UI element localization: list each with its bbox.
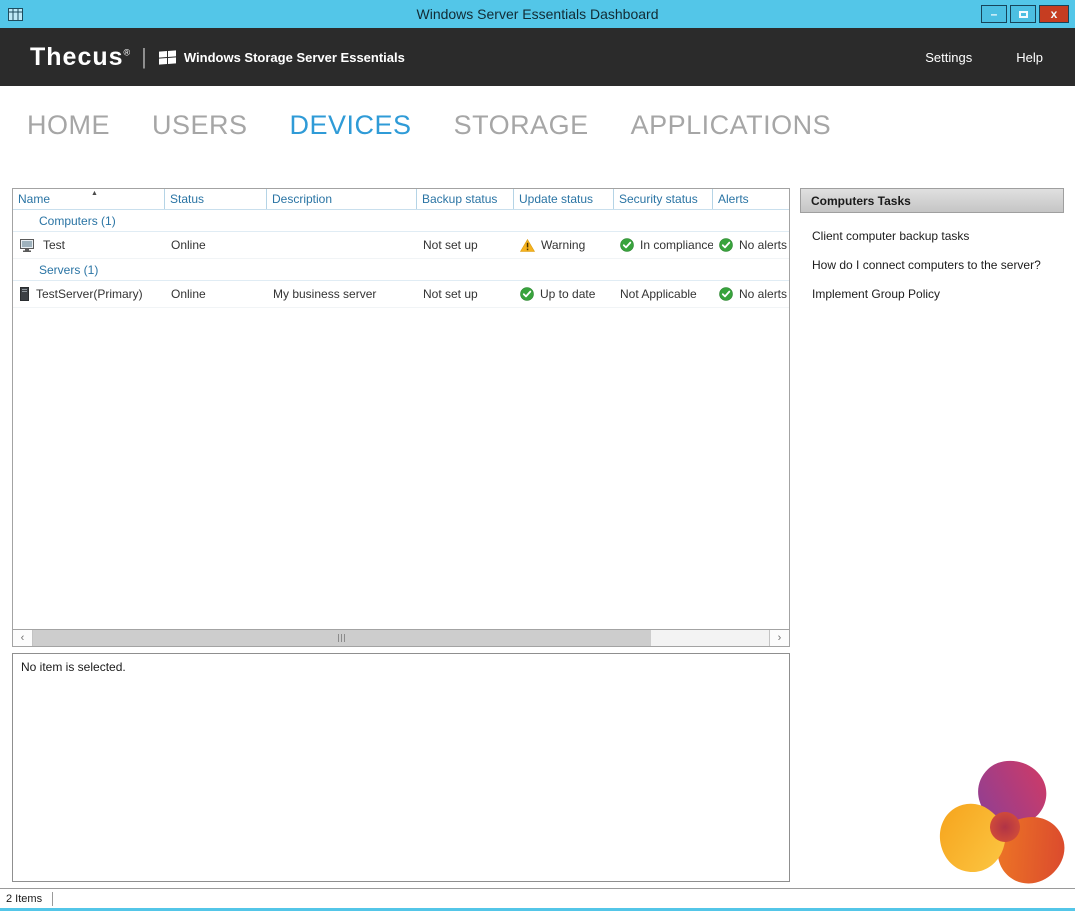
device-backup-status: Not set up: [417, 287, 514, 301]
scroll-left-button[interactable]: ‹: [13, 630, 33, 646]
minimize-icon: –: [991, 9, 998, 19]
device-update-status: Warning: [541, 238, 585, 252]
column-header-name[interactable]: Name ▲: [13, 189, 165, 209]
maximize-button[interactable]: [1010, 5, 1036, 23]
column-header-security-status[interactable]: Security status: [614, 189, 713, 209]
tab-devices[interactable]: DEVICES: [290, 110, 412, 141]
computer-icon: [20, 239, 36, 252]
product-name: Windows Storage Server Essentials: [184, 50, 405, 65]
registered-mark: ®: [124, 47, 132, 57]
ok-icon: [719, 238, 733, 252]
group-header-servers[interactable]: Servers (1): [13, 259, 789, 281]
windows-logo-icon: [159, 50, 176, 64]
device-alerts: No alerts: [739, 238, 787, 252]
device-status: Online: [165, 238, 267, 252]
device-alerts: No alerts: [739, 287, 787, 301]
tab-users[interactable]: USERS: [152, 110, 248, 141]
group-header-computers[interactable]: Computers (1): [13, 210, 789, 232]
tab-home[interactable]: HOME: [27, 110, 110, 141]
brand-divider: |: [141, 44, 147, 70]
minimize-button[interactable]: –: [981, 5, 1007, 23]
task-link-connect-computers[interactable]: How do I connect computers to the server…: [812, 258, 1054, 272]
scrollbar-track[interactable]: [33, 630, 769, 646]
warning-icon: [520, 239, 535, 252]
device-description: My business server: [267, 287, 417, 301]
table-header-row: Name ▲ Status Description Backup status …: [13, 189, 789, 210]
task-link-group-policy[interactable]: Implement Group Policy: [812, 287, 1054, 301]
ok-icon: [620, 238, 634, 252]
tasks-list: Client computer backup tasks How do I co…: [800, 213, 1064, 301]
device-status: Online: [165, 287, 267, 301]
device-backup-status: Not set up: [417, 238, 514, 252]
tasks-panel-title: Computers Tasks: [800, 188, 1064, 213]
window-title: Windows Server Essentials Dashboard: [0, 6, 1075, 22]
items-count: 2 Items: [6, 893, 42, 905]
table-row[interactable]: Test Online Not set up Warning In co: [13, 232, 789, 259]
server-icon: [20, 287, 29, 301]
column-header-backup-status[interactable]: Backup status: [417, 189, 514, 209]
detail-pane: No item is selected.: [12, 653, 790, 882]
devices-list-panel: Name ▲ Status Description Backup status …: [12, 188, 790, 647]
thecus-logo: Thecus®: [30, 43, 131, 72]
scrollbar-thumb[interactable]: [33, 630, 651, 646]
device-security-status: Not Applicable: [614, 287, 713, 301]
column-header-update-status[interactable]: Update status: [514, 189, 614, 209]
ok-icon: [520, 287, 534, 301]
close-icon: x: [1051, 9, 1058, 19]
app-header: Thecus® | Windows Storage Server Essenti…: [0, 28, 1075, 86]
thecus-swirl-logo: [930, 752, 1075, 902]
nav-tabs: HOME USERS DEVICES STORAGE APPLICATIONS: [0, 86, 1075, 141]
column-header-status[interactable]: Status: [165, 189, 267, 209]
tab-applications[interactable]: APPLICATIONS: [631, 110, 832, 141]
close-button[interactable]: x: [1039, 5, 1069, 23]
column-header-description[interactable]: Description: [267, 189, 417, 209]
maximize-icon: [1019, 11, 1028, 18]
settings-link[interactable]: Settings: [925, 50, 972, 65]
table-row[interactable]: TestServer(Primary) Online My business s…: [13, 281, 789, 308]
scrollbar-grip-icon: [338, 634, 347, 642]
no-selection-message: No item is selected.: [21, 660, 126, 674]
scroll-right-button[interactable]: ›: [769, 630, 789, 646]
horizontal-scrollbar: ‹ ›: [13, 629, 789, 646]
device-name: TestServer(Primary): [36, 287, 143, 301]
statusbar-divider: [52, 892, 53, 906]
header-links: Settings Help: [925, 50, 1043, 65]
titlebar: Windows Server Essentials Dashboard – x: [0, 0, 1075, 28]
status-bar: 2 Items: [0, 888, 1075, 908]
column-header-alerts[interactable]: Alerts: [713, 189, 789, 209]
sort-ascending-icon: ▲: [91, 190, 98, 197]
tab-storage[interactable]: STORAGE: [454, 110, 589, 141]
device-security-status: In compliance: [640, 238, 713, 252]
device-name: Test: [43, 238, 65, 252]
scroll-right-icon: ›: [778, 632, 782, 644]
window-controls: – x: [981, 5, 1069, 23]
device-update-status: Up to date: [540, 287, 595, 301]
task-link-client-backup[interactable]: Client computer backup tasks: [812, 229, 1054, 243]
main-nav: HOME USERS DEVICES STORAGE APPLICATIONS: [0, 86, 1075, 188]
scroll-left-icon: ‹: [21, 632, 25, 644]
ok-icon: [719, 287, 733, 301]
help-link[interactable]: Help: [1016, 50, 1043, 65]
